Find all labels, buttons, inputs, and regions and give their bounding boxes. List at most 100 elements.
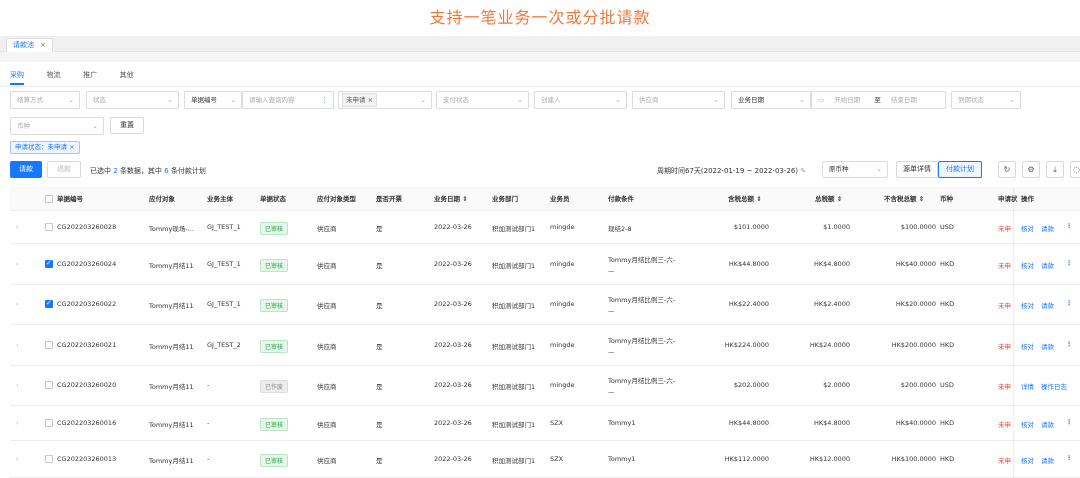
row-checkbox[interactable]	[45, 259, 53, 268]
more-vertical-icon[interactable]: ⋮	[1066, 418, 1073, 426]
request-payment-button[interactable]: 请款	[10, 161, 42, 178]
net-amount: HK$20.0000	[895, 300, 936, 308]
table-row[interactable]: › CG202203260016 Tommy月结11 - 已审核 供应商 是 2…	[10, 406, 1080, 441]
more-vertical-icon[interactable]: ⋮	[1066, 454, 1073, 462]
gross-amount: $202.0000	[733, 381, 769, 389]
action-link-1[interactable]: 核对	[1021, 223, 1034, 233]
action-link-1[interactable]: 核对	[1021, 300, 1034, 310]
action-link-1[interactable]: 核对	[1021, 419, 1034, 429]
more-vertical-icon[interactable]: ⋮	[1066, 299, 1073, 307]
action-link-2[interactable]: 请款	[1041, 341, 1054, 351]
doc-number[interactable]: CG202203260022	[57, 300, 116, 308]
doc-number[interactable]: CG202203260020	[57, 381, 116, 389]
col-header-sortable[interactable]: 总税额 ⇕	[815, 187, 842, 211]
search-input[interactable]: 请输入查询内容 ⋮	[242, 91, 334, 109]
creator-select[interactable]: 创建人 ⌄	[534, 91, 627, 109]
table-row[interactable]: › CG202203260028 Tommy现场-... GJ_TEST_1 已…	[10, 211, 1080, 244]
status-select[interactable]: 状态 ⌄	[86, 91, 179, 109]
chevron-right-icon[interactable]: ›	[16, 455, 19, 463]
chevron-right-icon[interactable]: ›	[16, 341, 19, 349]
tax-amount: HK$4.8000	[813, 259, 850, 268]
end-date[interactable]: 结束日期	[891, 96, 917, 104]
doc-number[interactable]: CG202203260021	[57, 341, 116, 349]
table-row[interactable]: › CG202203260022 Tommy月结11 GJ_TEST_1 已审核…	[10, 285, 1080, 325]
table-row[interactable]: › CG202203260020 Tommy月结11 - 已作废 供应商 是 2…	[10, 366, 1080, 406]
table-row[interactable]: › CG202203260013 Tommy月结11 - 已审核 供应商 是 2…	[10, 441, 1080, 478]
close-icon[interactable]: ×	[40, 41, 46, 49]
row-checkbox[interactable]	[45, 454, 53, 463]
invoiced: 是	[376, 456, 383, 465]
apply-status-select[interactable]: 未申请 × ⌄	[338, 91, 432, 109]
table-row[interactable]: › CG202203260024 Tommy月结11 GJ_TEST_1 已审核…	[10, 244, 1080, 285]
download-icon[interactable]: ⤓	[1046, 161, 1064, 178]
text: 已选中	[90, 167, 111, 175]
action-link-2[interactable]: 请款	[1041, 300, 1054, 310]
settlement-select[interactable]: 结算方式 ⌄	[10, 91, 80, 109]
edit-icon[interactable]: ✎	[800, 167, 806, 175]
col-header-sortable[interactable]: 含税总额 ⇕	[728, 187, 762, 211]
more-vertical-icon[interactable]: ⋮	[1066, 259, 1073, 267]
action-link-2[interactable]: 请款	[1041, 223, 1054, 233]
chevron-right-icon[interactable]: ›	[16, 381, 19, 389]
payment-plan-button[interactable]: 付款计划	[938, 161, 982, 178]
select-all-checkbox[interactable]	[45, 195, 53, 203]
more-icon[interactable]: ◌	[1070, 161, 1080, 178]
date-range-picker[interactable]: ▭ 开始日期 至 结束日期	[811, 91, 946, 109]
refund-button[interactable]: 退款	[47, 161, 81, 178]
action-link-2[interactable]: 请款	[1041, 419, 1054, 429]
pay-status-select[interactable]: 支付状态 ⌄	[436, 91, 529, 109]
close-icon[interactable]: ×	[368, 96, 373, 104]
net-amount: HK$200.0000	[891, 340, 936, 349]
currency-mode-select[interactable]: 原币种 ⌄	[822, 161, 888, 178]
refresh-icon[interactable]: ↻	[998, 161, 1016, 178]
action-link-2[interactable]: 请款	[1041, 260, 1054, 270]
more-vertical-icon[interactable]: ⋮	[1066, 222, 1073, 230]
action-link-2[interactable]: 请款	[1041, 455, 1054, 465]
search-field-select[interactable]: 单据编号 ⌄	[184, 91, 242, 109]
date-type-select[interactable]: 业务日期 ⌄	[731, 91, 811, 109]
currency-select[interactable]: 币种 ⌄	[10, 117, 104, 135]
payment-terms-line2: —	[608, 388, 615, 396]
chevron-right-icon[interactable]: ›	[16, 260, 19, 268]
row-checkbox[interactable]	[45, 381, 53, 389]
doc-number[interactable]: CG202203260028	[57, 223, 116, 231]
row-checkbox[interactable]	[45, 340, 53, 349]
row-checkbox[interactable]	[45, 222, 53, 231]
table-row[interactable]: › CG202203260021 Tommy月结11 GJ_TEST_2 已审核…	[10, 325, 1080, 366]
biz-date: 2022-03-26	[434, 259, 472, 268]
tab-request-pool[interactable]: 请款池 ×	[6, 38, 53, 52]
action-link-2[interactable]: 操作日志	[1041, 381, 1067, 391]
doc-number[interactable]: CG202203260024	[57, 260, 116, 268]
doc-number[interactable]: CG202203260016	[57, 419, 116, 427]
gross-amount: $101.0000	[733, 222, 769, 231]
tab-purchase[interactable]: 采购	[10, 70, 24, 85]
due-status-select[interactable]: 到期状态 ⌄	[951, 91, 1021, 109]
row-checkbox[interactable]	[45, 418, 53, 427]
action-link-1[interactable]: 核对	[1021, 260, 1034, 270]
action-link-1[interactable]: 核对	[1021, 455, 1034, 465]
chevron-right-icon[interactable]: ›	[16, 419, 19, 427]
col-header-sortable[interactable]: 业务日期 ⇕	[434, 187, 468, 211]
more-vertical-icon[interactable]: ⋮	[321, 92, 328, 108]
doc-number[interactable]: CG202203260013	[57, 455, 116, 463]
gear-icon[interactable]: ⚙	[1022, 161, 1040, 178]
chevron-right-icon[interactable]: ›	[16, 223, 19, 231]
tab-promotion[interactable]: 推广	[83, 70, 97, 83]
close-icon[interactable]: ×	[69, 143, 74, 151]
salesperson: mingde	[550, 340, 575, 349]
action-link-1[interactable]: 详情	[1021, 381, 1034, 391]
start-date[interactable]: 开始日期	[834, 96, 860, 104]
chevron-right-icon[interactable]: ›	[16, 300, 19, 308]
select-placeholder: 结算方式	[17, 96, 43, 104]
more-vertical-icon[interactable]: ⋮	[1066, 340, 1073, 348]
invoiced: 是	[376, 224, 383, 233]
col-header-sortable[interactable]: 不含税总额 ⇕	[884, 187, 924, 211]
payment-terms-line2: —	[608, 266, 615, 275]
source-detail-button[interactable]: 源单详情	[896, 161, 938, 178]
row-checkbox[interactable]	[45, 299, 53, 308]
supplier-select[interactable]: 供应商 ⌄	[632, 91, 725, 109]
tab-other[interactable]: 其他	[120, 70, 134, 83]
action-link-1[interactable]: 核对	[1021, 341, 1034, 351]
reset-button[interactable]: 重置	[110, 117, 144, 134]
tab-logistics[interactable]: 物流	[47, 70, 61, 83]
